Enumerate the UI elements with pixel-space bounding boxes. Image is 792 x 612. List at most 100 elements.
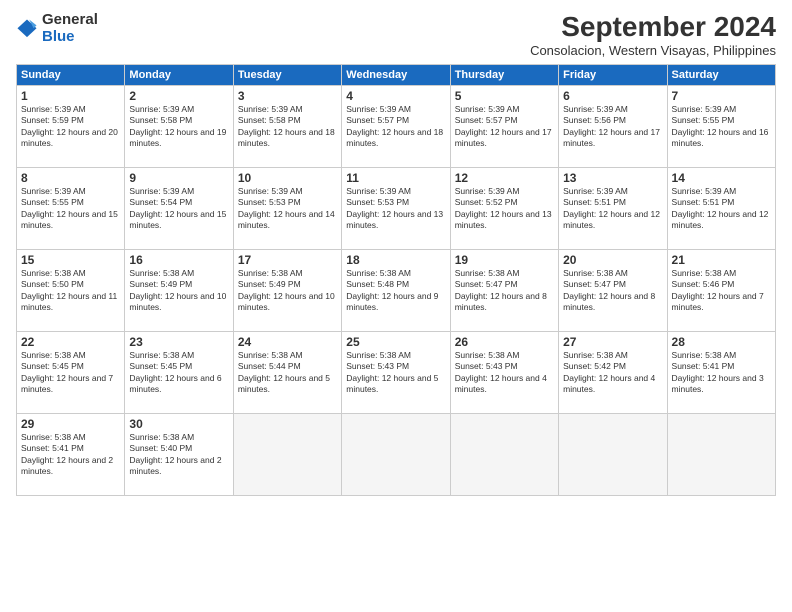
header-monday: Monday <box>125 64 233 85</box>
calendar-cell: 27 Sunrise: 5:38 AMSunset: 5:42 PMDaylig… <box>559 331 667 413</box>
day-number: 16 <box>129 253 228 267</box>
calendar-cell <box>667 413 775 495</box>
day-info: Sunrise: 5:38 AMSunset: 5:47 PMDaylight:… <box>563 268 662 314</box>
calendar-cell <box>559 413 667 495</box>
calendar-cell: 11 Sunrise: 5:39 AMSunset: 5:53 PMDaylig… <box>342 167 450 249</box>
header-tuesday: Tuesday <box>233 64 341 85</box>
calendar-cell: 22 Sunrise: 5:38 AMSunset: 5:45 PMDaylig… <box>17 331 125 413</box>
calendar-cell: 17 Sunrise: 5:38 AMSunset: 5:49 PMDaylig… <box>233 249 341 331</box>
day-info: Sunrise: 5:38 AMSunset: 5:49 PMDaylight:… <box>129 268 228 314</box>
day-number: 26 <box>455 335 554 349</box>
calendar-cell: 4 Sunrise: 5:39 AMSunset: 5:57 PMDayligh… <box>342 85 450 167</box>
calendar-cell: 21 Sunrise: 5:38 AMSunset: 5:46 PMDaylig… <box>667 249 775 331</box>
calendar-header-row: Sunday Monday Tuesday Wednesday Thursday… <box>17 64 776 85</box>
header-wednesday: Wednesday <box>342 64 450 85</box>
day-info: Sunrise: 5:39 AMSunset: 5:57 PMDaylight:… <box>455 104 554 150</box>
header-saturday: Saturday <box>667 64 775 85</box>
calendar-cell: 7 Sunrise: 5:39 AMSunset: 5:55 PMDayligh… <box>667 85 775 167</box>
calendar-cell: 29 Sunrise: 5:38 AMSunset: 5:41 PMDaylig… <box>17 413 125 495</box>
day-info: Sunrise: 5:38 AMSunset: 5:48 PMDaylight:… <box>346 268 445 314</box>
day-info: Sunrise: 5:38 AMSunset: 5:46 PMDaylight:… <box>672 268 771 314</box>
day-number: 19 <box>455 253 554 267</box>
day-info: Sunrise: 5:39 AMSunset: 5:55 PMDaylight:… <box>672 104 771 150</box>
calendar-cell: 25 Sunrise: 5:38 AMSunset: 5:43 PMDaylig… <box>342 331 450 413</box>
calendar-cell: 19 Sunrise: 5:38 AMSunset: 5:47 PMDaylig… <box>450 249 558 331</box>
calendar-cell <box>342 413 450 495</box>
day-number: 21 <box>672 253 771 267</box>
day-info: Sunrise: 5:39 AMSunset: 5:56 PMDaylight:… <box>563 104 662 150</box>
day-number: 12 <box>455 171 554 185</box>
logo-blue: Blue <box>42 29 98 46</box>
day-info: Sunrise: 5:38 AMSunset: 5:43 PMDaylight:… <box>346 350 445 396</box>
title-block: September 2024 Consolacion, Western Visa… <box>530 12 776 58</box>
calendar-row: 1 Sunrise: 5:39 AMSunset: 5:59 PMDayligh… <box>17 85 776 167</box>
day-info: Sunrise: 5:39 AMSunset: 5:51 PMDaylight:… <box>563 186 662 232</box>
month-title: September 2024 <box>530 12 776 43</box>
day-number: 24 <box>238 335 337 349</box>
day-number: 3 <box>238 89 337 103</box>
day-number: 27 <box>563 335 662 349</box>
calendar-cell: 10 Sunrise: 5:39 AMSunset: 5:53 PMDaylig… <box>233 167 341 249</box>
calendar-cell: 15 Sunrise: 5:38 AMSunset: 5:50 PMDaylig… <box>17 249 125 331</box>
calendar-row: 8 Sunrise: 5:39 AMSunset: 5:55 PMDayligh… <box>17 167 776 249</box>
day-info: Sunrise: 5:38 AMSunset: 5:41 PMDaylight:… <box>672 350 771 396</box>
logo: General Blue <box>16 12 98 45</box>
day-number: 18 <box>346 253 445 267</box>
day-number: 7 <box>672 89 771 103</box>
day-info: Sunrise: 5:39 AMSunset: 5:58 PMDaylight:… <box>129 104 228 150</box>
day-info: Sunrise: 5:39 AMSunset: 5:53 PMDaylight:… <box>346 186 445 232</box>
calendar-row: 29 Sunrise: 5:38 AMSunset: 5:41 PMDaylig… <box>17 413 776 495</box>
header-sunday: Sunday <box>17 64 125 85</box>
calendar-table: Sunday Monday Tuesday Wednesday Thursday… <box>16 64 776 496</box>
day-number: 23 <box>129 335 228 349</box>
calendar-cell: 13 Sunrise: 5:39 AMSunset: 5:51 PMDaylig… <box>559 167 667 249</box>
day-info: Sunrise: 5:39 AMSunset: 5:57 PMDaylight:… <box>346 104 445 150</box>
calendar-cell: 5 Sunrise: 5:39 AMSunset: 5:57 PMDayligh… <box>450 85 558 167</box>
calendar-cell: 8 Sunrise: 5:39 AMSunset: 5:55 PMDayligh… <box>17 167 125 249</box>
calendar-cell <box>450 413 558 495</box>
day-number: 25 <box>346 335 445 349</box>
day-number: 2 <box>129 89 228 103</box>
day-number: 22 <box>21 335 120 349</box>
day-number: 30 <box>129 417 228 431</box>
day-info: Sunrise: 5:38 AMSunset: 5:43 PMDaylight:… <box>455 350 554 396</box>
day-number: 6 <box>563 89 662 103</box>
day-info: Sunrise: 5:39 AMSunset: 5:59 PMDaylight:… <box>21 104 120 150</box>
day-info: Sunrise: 5:38 AMSunset: 5:45 PMDaylight:… <box>129 350 228 396</box>
calendar-cell: 16 Sunrise: 5:38 AMSunset: 5:49 PMDaylig… <box>125 249 233 331</box>
day-number: 29 <box>21 417 120 431</box>
page: General Blue September 2024 Consolacion,… <box>0 0 792 612</box>
calendar-cell: 12 Sunrise: 5:39 AMSunset: 5:52 PMDaylig… <box>450 167 558 249</box>
day-info: Sunrise: 5:38 AMSunset: 5:40 PMDaylight:… <box>129 432 228 478</box>
day-number: 11 <box>346 171 445 185</box>
calendar-cell: 9 Sunrise: 5:39 AMSunset: 5:54 PMDayligh… <box>125 167 233 249</box>
day-info: Sunrise: 5:38 AMSunset: 5:50 PMDaylight:… <box>21 268 120 314</box>
logo-general: General <box>42 12 98 29</box>
header: General Blue September 2024 Consolacion,… <box>16 12 776 58</box>
calendar-cell: 30 Sunrise: 5:38 AMSunset: 5:40 PMDaylig… <box>125 413 233 495</box>
day-number: 9 <box>129 171 228 185</box>
day-number: 13 <box>563 171 662 185</box>
day-info: Sunrise: 5:38 AMSunset: 5:45 PMDaylight:… <box>21 350 120 396</box>
day-info: Sunrise: 5:39 AMSunset: 5:54 PMDaylight:… <box>129 186 228 232</box>
calendar-cell: 1 Sunrise: 5:39 AMSunset: 5:59 PMDayligh… <box>17 85 125 167</box>
calendar-cell: 28 Sunrise: 5:38 AMSunset: 5:41 PMDaylig… <box>667 331 775 413</box>
day-info: Sunrise: 5:39 AMSunset: 5:51 PMDaylight:… <box>672 186 771 232</box>
day-number: 28 <box>672 335 771 349</box>
day-number: 14 <box>672 171 771 185</box>
logo-icon <box>16 18 38 40</box>
day-number: 10 <box>238 171 337 185</box>
calendar-row: 22 Sunrise: 5:38 AMSunset: 5:45 PMDaylig… <box>17 331 776 413</box>
subtitle: Consolacion, Western Visayas, Philippine… <box>530 43 776 58</box>
day-number: 8 <box>21 171 120 185</box>
day-info: Sunrise: 5:39 AMSunset: 5:52 PMDaylight:… <box>455 186 554 232</box>
calendar-cell: 14 Sunrise: 5:39 AMSunset: 5:51 PMDaylig… <box>667 167 775 249</box>
day-number: 4 <box>346 89 445 103</box>
header-thursday: Thursday <box>450 64 558 85</box>
calendar-cell: 3 Sunrise: 5:39 AMSunset: 5:58 PMDayligh… <box>233 85 341 167</box>
day-info: Sunrise: 5:39 AMSunset: 5:53 PMDaylight:… <box>238 186 337 232</box>
day-number: 15 <box>21 253 120 267</box>
day-info: Sunrise: 5:39 AMSunset: 5:55 PMDaylight:… <box>21 186 120 232</box>
day-info: Sunrise: 5:38 AMSunset: 5:49 PMDaylight:… <box>238 268 337 314</box>
day-number: 1 <box>21 89 120 103</box>
